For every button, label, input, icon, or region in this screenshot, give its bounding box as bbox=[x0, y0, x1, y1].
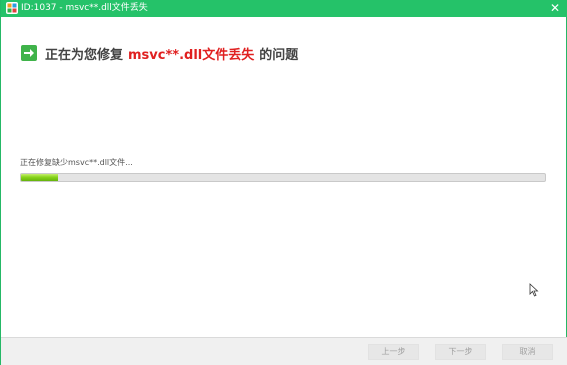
previous-button[interactable]: 上一步 bbox=[368, 344, 419, 360]
app-logo-icon bbox=[6, 2, 18, 14]
next-button[interactable]: 下一步 bbox=[435, 344, 486, 360]
status-text: 正在修复缺少msvc**.dll文件... bbox=[20, 158, 133, 167]
heading-prefix: 正在为您修复 bbox=[45, 47, 124, 63]
heading-filename: msvc**.dll文件丢失 bbox=[128, 47, 255, 63]
heading-suffix: 的问题 bbox=[259, 47, 299, 63]
progress-fill bbox=[21, 174, 58, 181]
mouse-cursor-icon bbox=[529, 283, 539, 297]
repair-window: ID:1037 - msvc**.dll文件丢失 ✕ 正在为您修复 msvc**… bbox=[0, 0, 567, 365]
title-bar[interactable]: ID:1037 - msvc**.dll文件丢失 ✕ bbox=[1, 0, 567, 17]
arrow-right-icon bbox=[21, 45, 37, 61]
page-heading: 正在为您修复 msvc**.dll文件丢失 的问题 bbox=[21, 43, 298, 63]
close-icon[interactable]: ✕ bbox=[546, 0, 564, 17]
cancel-button[interactable]: 取消 bbox=[502, 344, 553, 360]
repair-progress-bar bbox=[20, 173, 546, 182]
window-title: ID:1037 - msvc**.dll文件丢失 bbox=[21, 3, 148, 13]
wizard-footer: 上一步 下一步 取消 bbox=[1, 337, 567, 365]
